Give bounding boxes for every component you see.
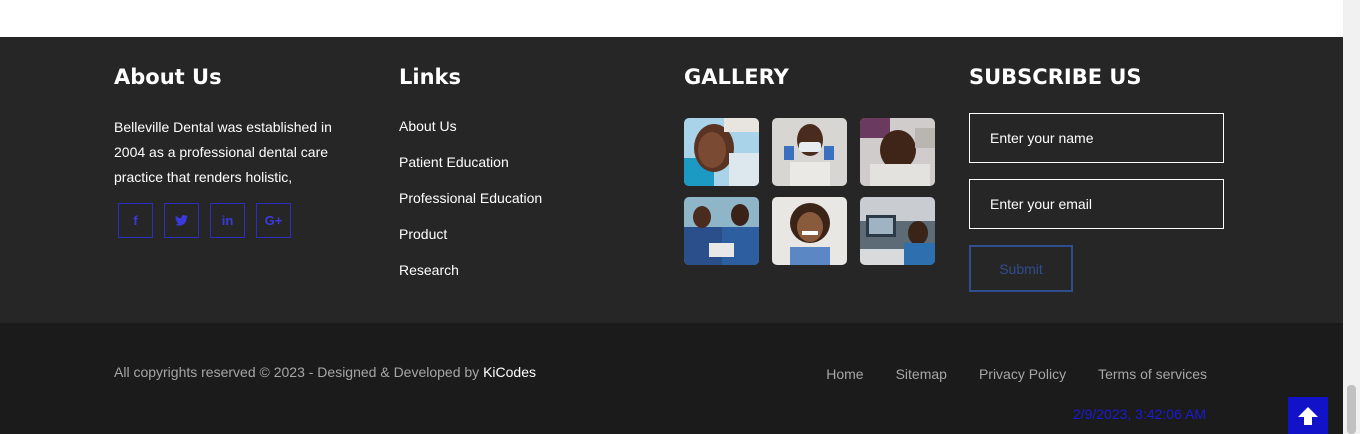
scrollbar-thumb[interactable]	[1347, 385, 1356, 434]
patient-smile-photo[interactable]	[860, 118, 935, 186]
current-datetime: 2/9/2023, 3:42:06 AM	[1072, 406, 1206, 422]
brand-link[interactable]: KiCodes	[483, 364, 536, 380]
woman-smiling-photo[interactable]	[772, 197, 847, 265]
dentist-computer-photo[interactable]	[860, 197, 935, 265]
email-input[interactable]: Enter your email	[969, 179, 1224, 229]
nav-sitemap[interactable]: Sitemap	[896, 366, 947, 382]
nav-home[interactable]: Home	[826, 366, 863, 382]
google-plus-icon[interactable]: G+	[256, 203, 291, 238]
dentist-mask-photo[interactable]	[772, 118, 847, 186]
submit-button[interactable]: Submit	[969, 245, 1073, 292]
nav-terms-of-services[interactable]: Terms of services	[1098, 366, 1207, 382]
link-patient-education[interactable]: Patient Education	[399, 154, 542, 190]
footer-bottom-bar: All copyrights reserved © 2023 - Designe…	[0, 323, 1343, 434]
subscribe-title: SUBSCRIBE US	[969, 65, 1142, 89]
dental-team-photo[interactable]	[684, 197, 759, 265]
facebook-icon[interactable]: f	[118, 203, 153, 238]
link-about-us[interactable]: About Us	[399, 118, 542, 154]
links-title: Links	[399, 65, 461, 89]
gallery-title: GALLERY	[684, 65, 789, 89]
arrow-up-icon	[1298, 407, 1318, 425]
link-product[interactable]: Product	[399, 226, 542, 262]
patient-mouth-photo[interactable]	[684, 118, 759, 186]
page-content-area	[0, 0, 1343, 37]
linkedin-icon[interactable]: in	[210, 203, 245, 238]
copyright-prefix: All copyrights reserved © 2023 - Designe…	[114, 364, 484, 380]
link-research[interactable]: Research	[399, 262, 542, 298]
nav-privacy-policy[interactable]: Privacy Policy	[979, 366, 1066, 382]
link-professional-education[interactable]: Professional Education	[399, 190, 542, 226]
gallery-grid	[684, 118, 935, 265]
footer-main: About Us Belleville Dental was establish…	[0, 37, 1343, 323]
bottom-nav: Home Sitemap Privacy Policy Terms of ser…	[826, 366, 1207, 382]
name-input[interactable]: Enter your name	[969, 113, 1224, 163]
page-scrollbar[interactable]	[1343, 0, 1360, 434]
copyright-text: All copyrights reserved © 2023 - Designe…	[114, 364, 536, 380]
links-list: About Us Patient Education Professional …	[399, 118, 542, 298]
social-links: f in G+	[118, 203, 291, 238]
about-text: Belleville Dental was established in 200…	[114, 119, 332, 185]
about-title: About Us	[114, 65, 222, 89]
twitter-icon[interactable]	[164, 203, 199, 238]
scroll-to-top-button[interactable]	[1288, 397, 1328, 434]
